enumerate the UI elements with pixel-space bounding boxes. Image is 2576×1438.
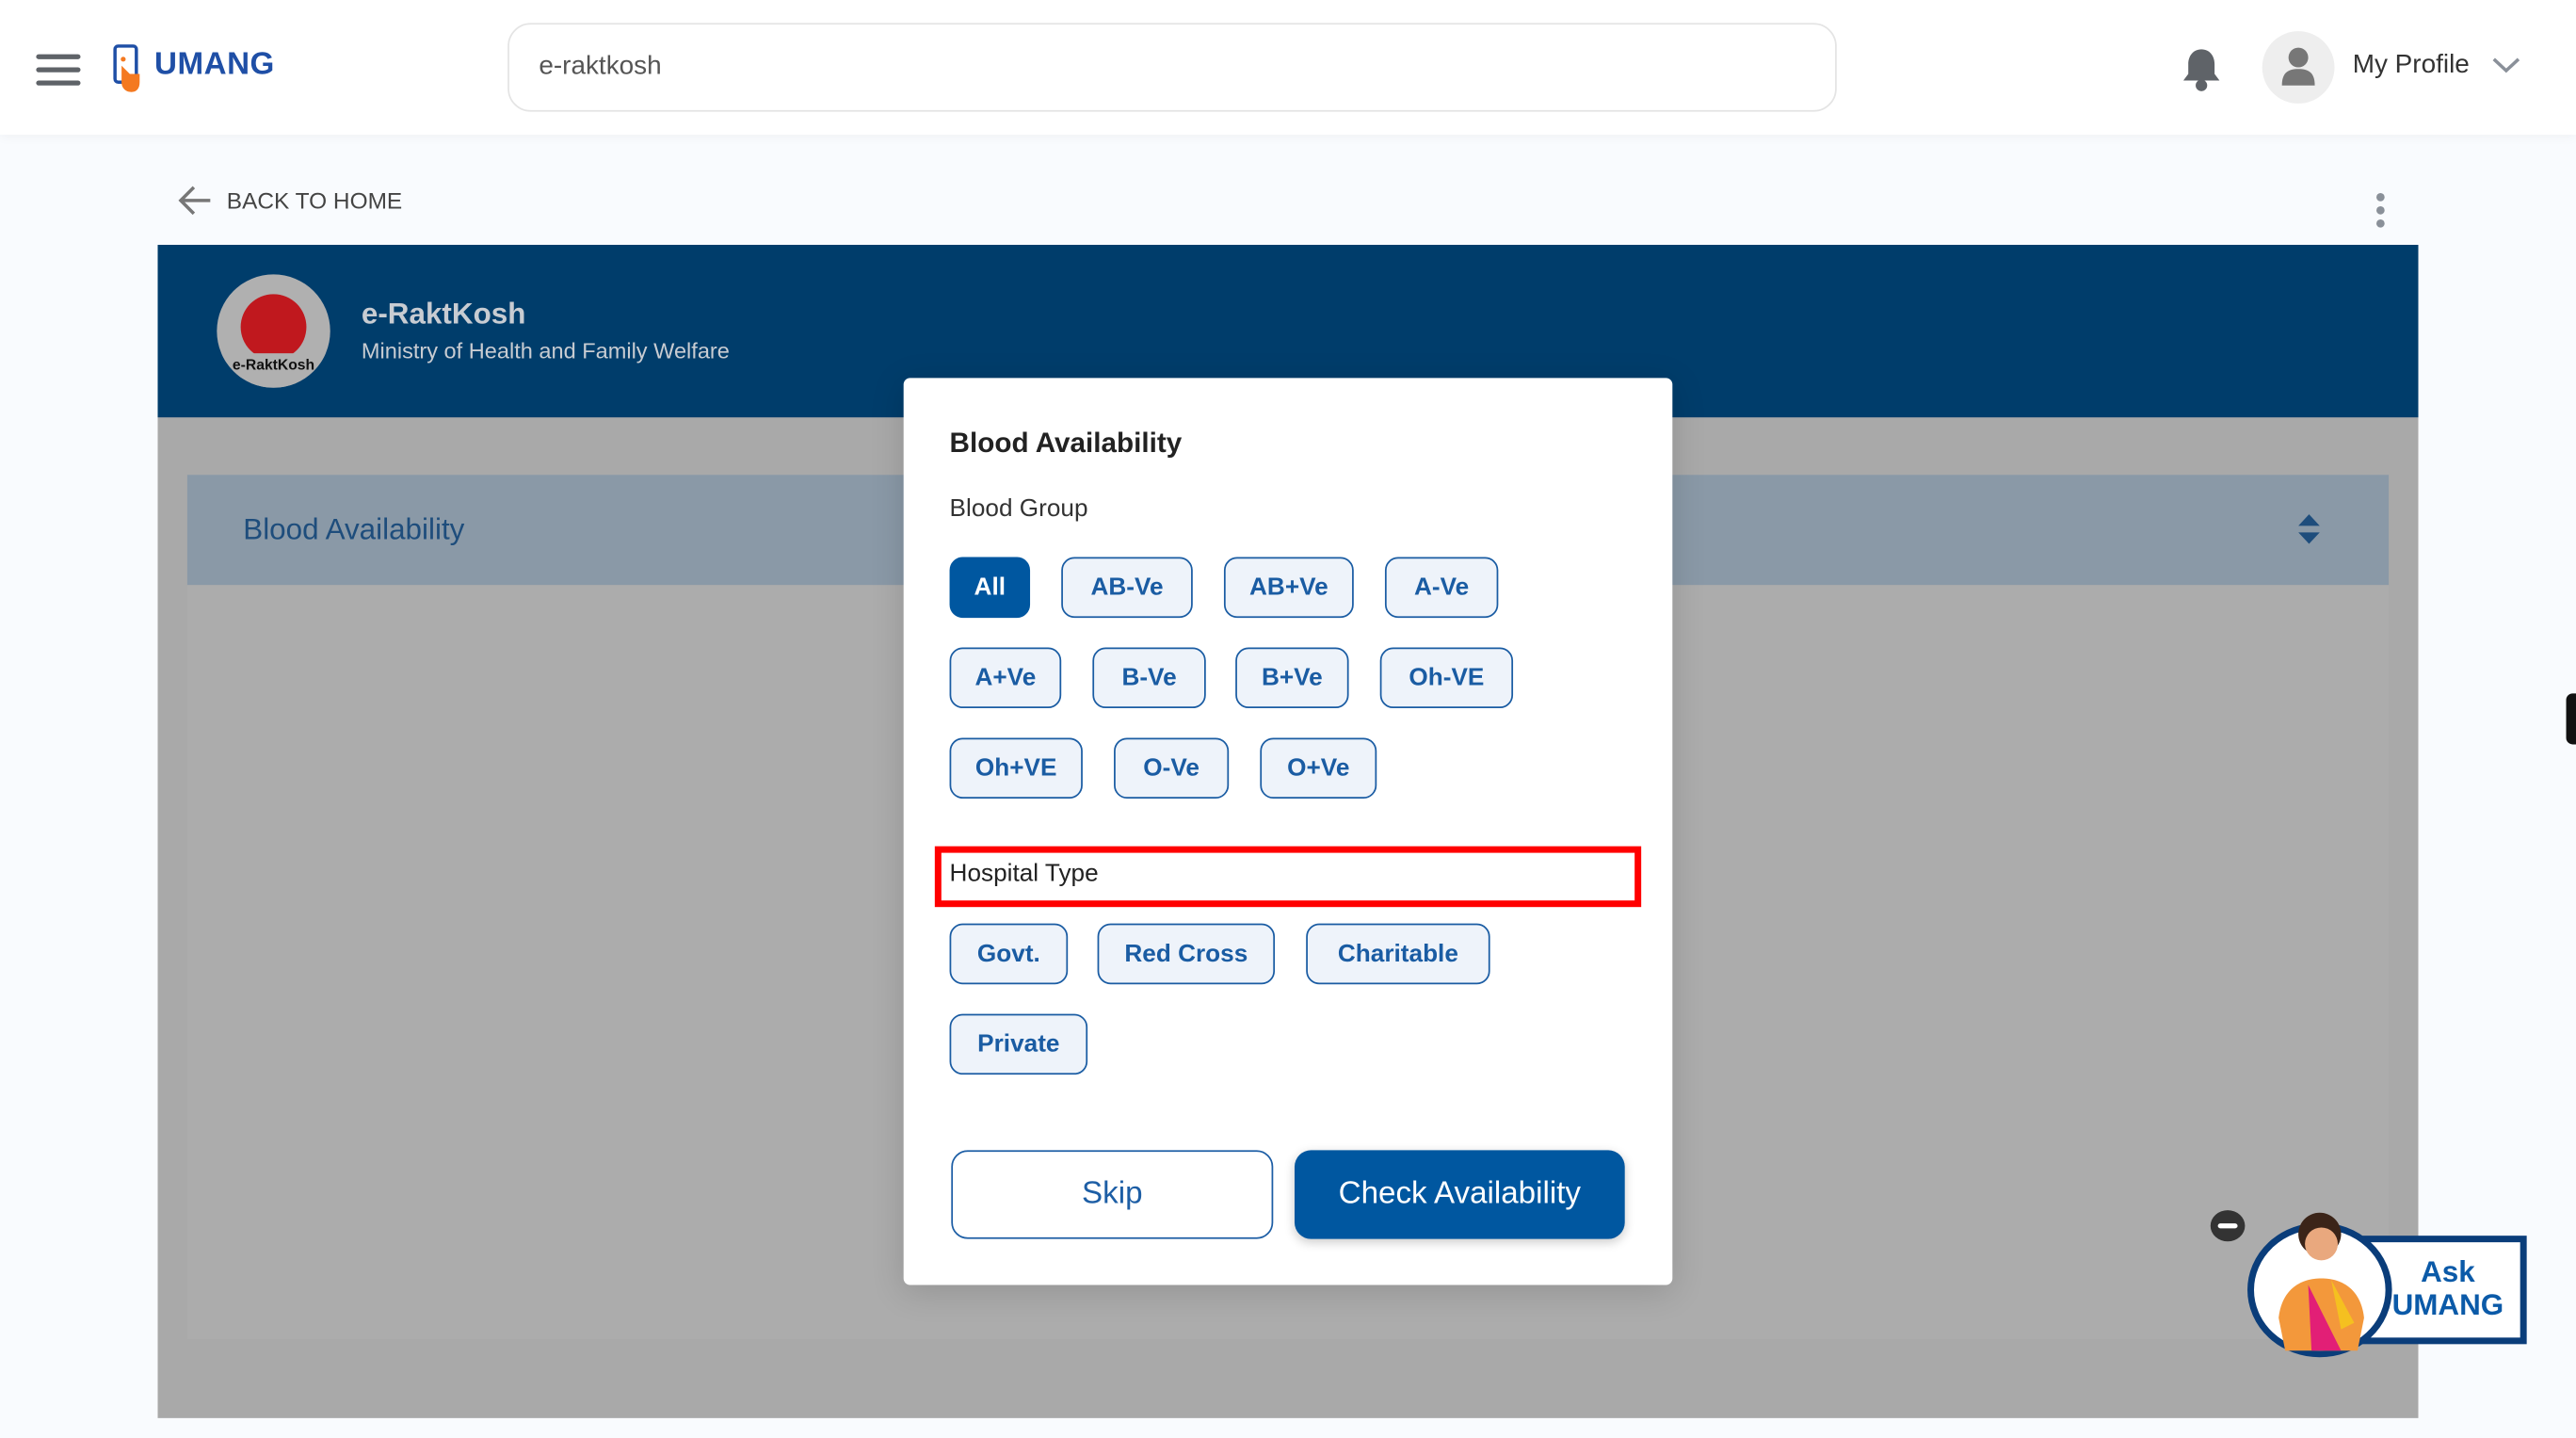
check-availability-button[interactable]: Check Availability: [1294, 1150, 1625, 1239]
brand-name[interactable]: UMANG: [154, 48, 275, 84]
more-options-icon[interactable]: [2373, 190, 2389, 230]
chip-o-pos[interactable]: O+Ve: [1260, 737, 1377, 800]
chip-govt[interactable]: Govt.: [949, 923, 1069, 985]
ask-umang-widget[interactable]: Ask UMANG: [2246, 1195, 2528, 1359]
service-subtitle: Ministry of Health and Family Welfare: [361, 338, 730, 364]
chip-red-cross[interactable]: Red Cross: [1097, 923, 1276, 985]
chip-ab-neg[interactable]: AB-Ve: [1061, 557, 1193, 619]
hospital-type-label: Hospital Type: [949, 859, 1099, 888]
arrow-left-icon: [178, 186, 211, 216]
chip-oh-pos[interactable]: Oh+VE: [949, 737, 1083, 800]
user-icon: [2281, 47, 2315, 86]
accordion-title: Blood Availability: [243, 512, 465, 546]
chip-a-pos[interactable]: A+Ve: [949, 647, 1062, 709]
back-label: BACK TO HOME: [226, 186, 403, 214]
hamburger-menu-icon[interactable]: [36, 54, 81, 86]
skip-button[interactable]: Skip: [951, 1150, 1274, 1239]
umang-label: UMANG: [2391, 1288, 2504, 1321]
chip-o-neg[interactable]: O-Ve: [1114, 737, 1230, 800]
chip-b-neg[interactable]: B-Ve: [1092, 647, 1206, 709]
chip-ab-pos[interactable]: AB+Ve: [1223, 557, 1354, 619]
bell-icon[interactable]: [2182, 46, 2221, 92]
modal-title: Blood Availability: [949, 427, 1183, 459]
chevron-down-icon[interactable]: [2492, 56, 2520, 75]
side-feedback-tab[interactable]: [2566, 693, 2576, 745]
chip-b-pos[interactable]: B+Ve: [1235, 647, 1349, 709]
avatar[interactable]: [2262, 31, 2335, 104]
chip-charitable[interactable]: Charitable: [1306, 923, 1490, 985]
top-header: UMANG My Profile: [0, 0, 2576, 136]
chip-oh-neg[interactable]: Oh-VE: [1379, 647, 1514, 709]
chip-private[interactable]: Private: [949, 1013, 1088, 1075]
ask-label: Ask: [2421, 1255, 2475, 1289]
profile-menu[interactable]: My Profile: [2353, 51, 2470, 80]
umang-logo-icon: [113, 44, 140, 92]
svg-text:e-RaktKosh: e-RaktKosh: [233, 358, 314, 374]
service-title: e-RaktKosh: [361, 297, 526, 331]
sort-icon[interactable]: [2296, 512, 2321, 545]
chip-all[interactable]: All: [949, 557, 1031, 619]
back-to-home-link[interactable]: BACK TO HOME: [177, 184, 402, 217]
erakt-kosh-logo: e-RaktKosh: [217, 274, 330, 388]
blood-availability-modal: Blood Availability Blood Group All AB-Ve…: [903, 378, 1673, 1285]
blood-group-label: Blood Group: [949, 494, 1088, 523]
minimize-icon[interactable]: [2210, 1209, 2246, 1242]
search-input[interactable]: [507, 23, 1837, 112]
chip-a-neg[interactable]: A-Ve: [1384, 557, 1499, 619]
